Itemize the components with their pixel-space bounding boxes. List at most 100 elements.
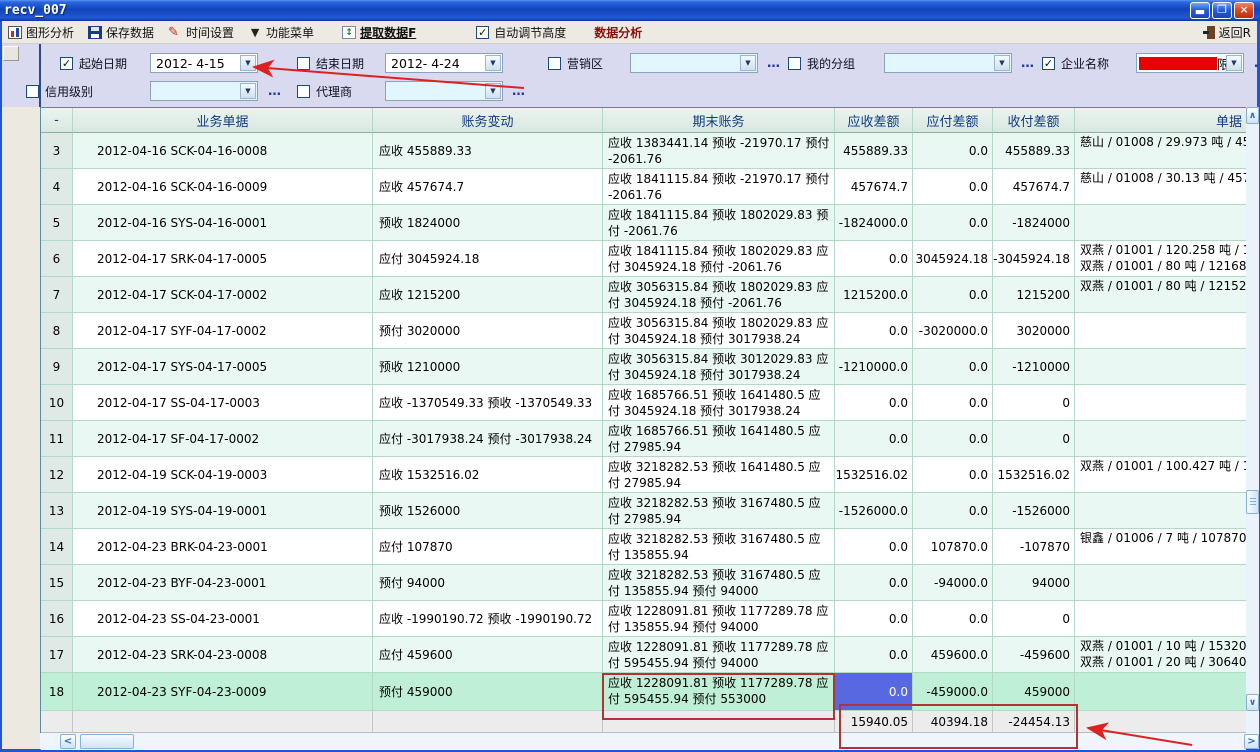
cell-recv-diff[interactable]: -1824000.0 <box>835 205 913 241</box>
cell-bills[interactable] <box>1075 421 1247 457</box>
chevron-down-icon[interactable]: ▼ <box>1226 55 1242 71</box>
chevron-down-icon[interactable]: ▼ <box>994 55 1010 71</box>
cell-row-number[interactable]: 4 <box>41 169 73 205</box>
cell-pay-diff[interactable]: 459600.0 <box>913 637 993 673</box>
table-row[interactable]: 42012-04-16 SCK-04-16-0009应收 457674.7应收 … <box>41 169 1246 205</box>
table-row[interactable]: 72012-04-17 SCK-04-17-0002应收 1215200应收 3… <box>41 277 1246 313</box>
horizontal-scrollbar[interactable] <box>40 733 1259 749</box>
chevron-down-icon[interactable]: ▼ <box>740 55 756 71</box>
cell-row-number[interactable]: 11 <box>41 421 73 457</box>
cell-business-doc[interactable]: 2012-04-19 SCK-04-19-0003 <box>73 457 373 493</box>
credit-level-checkbox[interactable] <box>26 85 39 98</box>
col-index[interactable]: - <box>41 108 73 133</box>
cell-bills[interactable]: 双燕 / 01001 / 10 吨 / 153200双燕 / 01001 / 2… <box>1075 637 1247 673</box>
cell-period-end-accounts[interactable]: 应收 3056315.84 预收 1802029.83 应付 3045924.1… <box>603 313 835 349</box>
cell-bills[interactable] <box>1075 205 1247 241</box>
cell-pay-diff[interactable]: -94000.0 <box>913 565 993 601</box>
chevron-down-icon[interactable]: ▼ <box>485 83 501 99</box>
cell-bills[interactable]: 银鑫 / 01006 / 7 吨 / 107870 <box>1075 529 1247 565</box>
cell-account-change[interactable]: 应付 459600 <box>373 637 603 673</box>
cell-business-doc[interactable]: 2012-04-16 SYS-04-16-0001 <box>73 205 373 241</box>
cell-business-doc[interactable]: 2012-04-23 BRK-04-23-0001 <box>73 529 373 565</box>
cell-recv-diff[interactable]: 0.0 <box>835 673 913 711</box>
table-row[interactable]: 132012-04-19 SYS-04-19-0001预收 1526000应收 … <box>41 493 1246 529</box>
company-more-button[interactable]: … <box>1254 50 1260 76</box>
cell-account-change[interactable]: 应收 -1990190.72 预收 -1990190.72 <box>373 601 603 637</box>
cell-row-number[interactable]: 18 <box>41 673 73 711</box>
end-date-checkbox[interactable] <box>297 57 310 70</box>
cell-pay-diff[interactable]: -3020000.0 <box>913 313 993 349</box>
col-account-change[interactable]: 账务变动 <box>373 108 603 133</box>
cell-pay-diff[interactable]: 0.0 <box>913 601 993 637</box>
table-row[interactable]: 82012-04-17 SYF-04-17-0002预付 3020000应收 3… <box>41 313 1246 349</box>
horizontal-scroll-thumb[interactable] <box>80 734 134 749</box>
cell-net-diff[interactable]: -1526000 <box>993 493 1075 529</box>
my-group-combobox[interactable]: ▼ <box>884 53 1012 73</box>
cell-row-number[interactable]: 5 <box>41 205 73 241</box>
cell-pay-diff[interactable]: 0.0 <box>913 349 993 385</box>
cell-recv-diff[interactable]: 0.0 <box>835 565 913 601</box>
toolbar-button-2[interactable]: 保存数据 <box>88 24 154 41</box>
toolbar-button-4[interactable]: ▼功能菜单 <box>248 24 314 41</box>
cell-recv-diff[interactable]: 0.0 <box>835 385 913 421</box>
cell-pay-diff[interactable]: 0.0 <box>913 133 993 169</box>
cell-row-number[interactable]: 17 <box>41 637 73 673</box>
cell-net-diff[interactable]: 3020000 <box>993 313 1075 349</box>
scroll-up-button[interactable]: ∧ <box>1246 107 1259 124</box>
cell-row-number[interactable]: 6 <box>41 241 73 277</box>
cell-account-change[interactable]: 应收 -1370549.33 预收 -1370549.33 <box>373 385 603 421</box>
cell-account-change[interactable]: 应收 1532516.02 <box>373 457 603 493</box>
cell-account-change[interactable]: 预付 459000 <box>373 673 603 711</box>
cell-business-doc[interactable]: 2012-04-23 BYF-04-23-0001 <box>73 565 373 601</box>
cell-row-number[interactable]: 3 <box>41 133 73 169</box>
col-business-doc[interactable]: 业务单据 <box>73 108 373 133</box>
credit-level-combobox[interactable]: ▼ <box>150 81 258 101</box>
table-row[interactable]: 172012-04-23 SRK-04-23-0008应付 459600应收 1… <box>41 637 1246 673</box>
chevron-down-icon[interactable]: ▼ <box>485 55 501 71</box>
cell-period-end-accounts[interactable]: 应收 3218282.53 预收 3167480.5 应付 135855.94 … <box>603 565 835 601</box>
cell-row-number[interactable]: 7 <box>41 277 73 313</box>
col-bills[interactable]: 单据 <box>1075 108 1247 133</box>
cell-period-end-accounts[interactable]: 应收 3218282.53 预收 3167480.5 应付 27985.94 <box>603 493 835 529</box>
cell-business-doc[interactable]: 2012-04-23 SYF-04-23-0009 <box>73 673 373 711</box>
cell-net-diff[interactable]: -3045924.18 <box>993 241 1075 277</box>
return-button[interactable]: 返回R <box>1203 24 1251 41</box>
col-net-diff[interactable]: 收付差额 <box>993 108 1075 133</box>
cell-business-doc[interactable]: 2012-04-16 SCK-04-16-0008 <box>73 133 373 169</box>
cell-net-diff[interactable]: 0 <box>993 385 1075 421</box>
cell-bills[interactable] <box>1075 313 1247 349</box>
table-row[interactable]: 62012-04-17 SRK-04-17-0005应付 3045924.18应… <box>41 241 1246 277</box>
scroll-left-button[interactable]: < <box>60 734 76 749</box>
cell-row-number[interactable]: 9 <box>41 349 73 385</box>
cell-account-change[interactable]: 应收 1215200 <box>373 277 603 313</box>
cell-row-number[interactable]: 10 <box>41 385 73 421</box>
cell-recv-diff[interactable]: 0.0 <box>835 313 913 349</box>
cell-period-end-accounts[interactable]: 应收 1841115.84 预收 -21970.17 预付 -2061.76 <box>603 169 835 205</box>
table-row[interactable]: 162012-04-23 SS-04-23-0001应收 -1990190.72… <box>41 601 1246 637</box>
cell-account-change[interactable]: 预付 94000 <box>373 565 603 601</box>
table-row[interactable]: 102012-04-17 SS-04-17-0003应收 -1370549.33… <box>41 385 1246 421</box>
agent-combobox[interactable]: ▼ <box>385 81 503 101</box>
toolbar-button-5[interactable]: ↕提取数据F <box>342 24 416 41</box>
cell-row-number[interactable]: 15 <box>41 565 73 601</box>
cell-business-doc[interactable]: 2012-04-17 SS-04-17-0003 <box>73 385 373 421</box>
company-combobox[interactable]: 限 ▼ <box>1136 53 1244 73</box>
cell-business-doc[interactable]: 2012-04-19 SYS-04-19-0001 <box>73 493 373 529</box>
chevron-down-icon[interactable]: ▼ <box>240 83 256 99</box>
cell-bills[interactable]: 慈山 / 01008 / 30.13 吨 / 45767 <box>1075 169 1247 205</box>
cell-pay-diff[interactable]: 0.0 <box>913 421 993 457</box>
cell-recv-diff[interactable]: 0.0 <box>835 601 913 637</box>
table-row[interactable]: 182012-04-23 SYF-04-23-0009预付 459000应收 1… <box>41 673 1246 711</box>
cell-account-change[interactable]: 应收 455889.33 <box>373 133 603 169</box>
table-row[interactable]: 142012-04-23 BRK-04-23-0001应付 107870应收 3… <box>41 529 1246 565</box>
cell-recv-diff[interactable]: 0.0 <box>835 637 913 673</box>
cell-net-diff[interactable]: 1532516.02 <box>993 457 1075 493</box>
cell-net-diff[interactable]: 459000 <box>993 673 1075 711</box>
cell-business-doc[interactable]: 2012-04-23 SRK-04-23-0008 <box>73 637 373 673</box>
cell-net-diff[interactable]: 0 <box>993 421 1075 457</box>
cell-bills[interactable]: 双燕 / 01001 / 120.258 吨 / 182双燕 / 01001 /… <box>1075 241 1247 277</box>
cell-pay-diff[interactable]: 0.0 <box>913 385 993 421</box>
col-recv-diff[interactable]: 应收差额 <box>835 108 913 133</box>
table-row[interactable]: 112012-04-17 SF-04-17-0002应付 -3017938.24… <box>41 421 1246 457</box>
cell-pay-diff[interactable]: 107870.0 <box>913 529 993 565</box>
